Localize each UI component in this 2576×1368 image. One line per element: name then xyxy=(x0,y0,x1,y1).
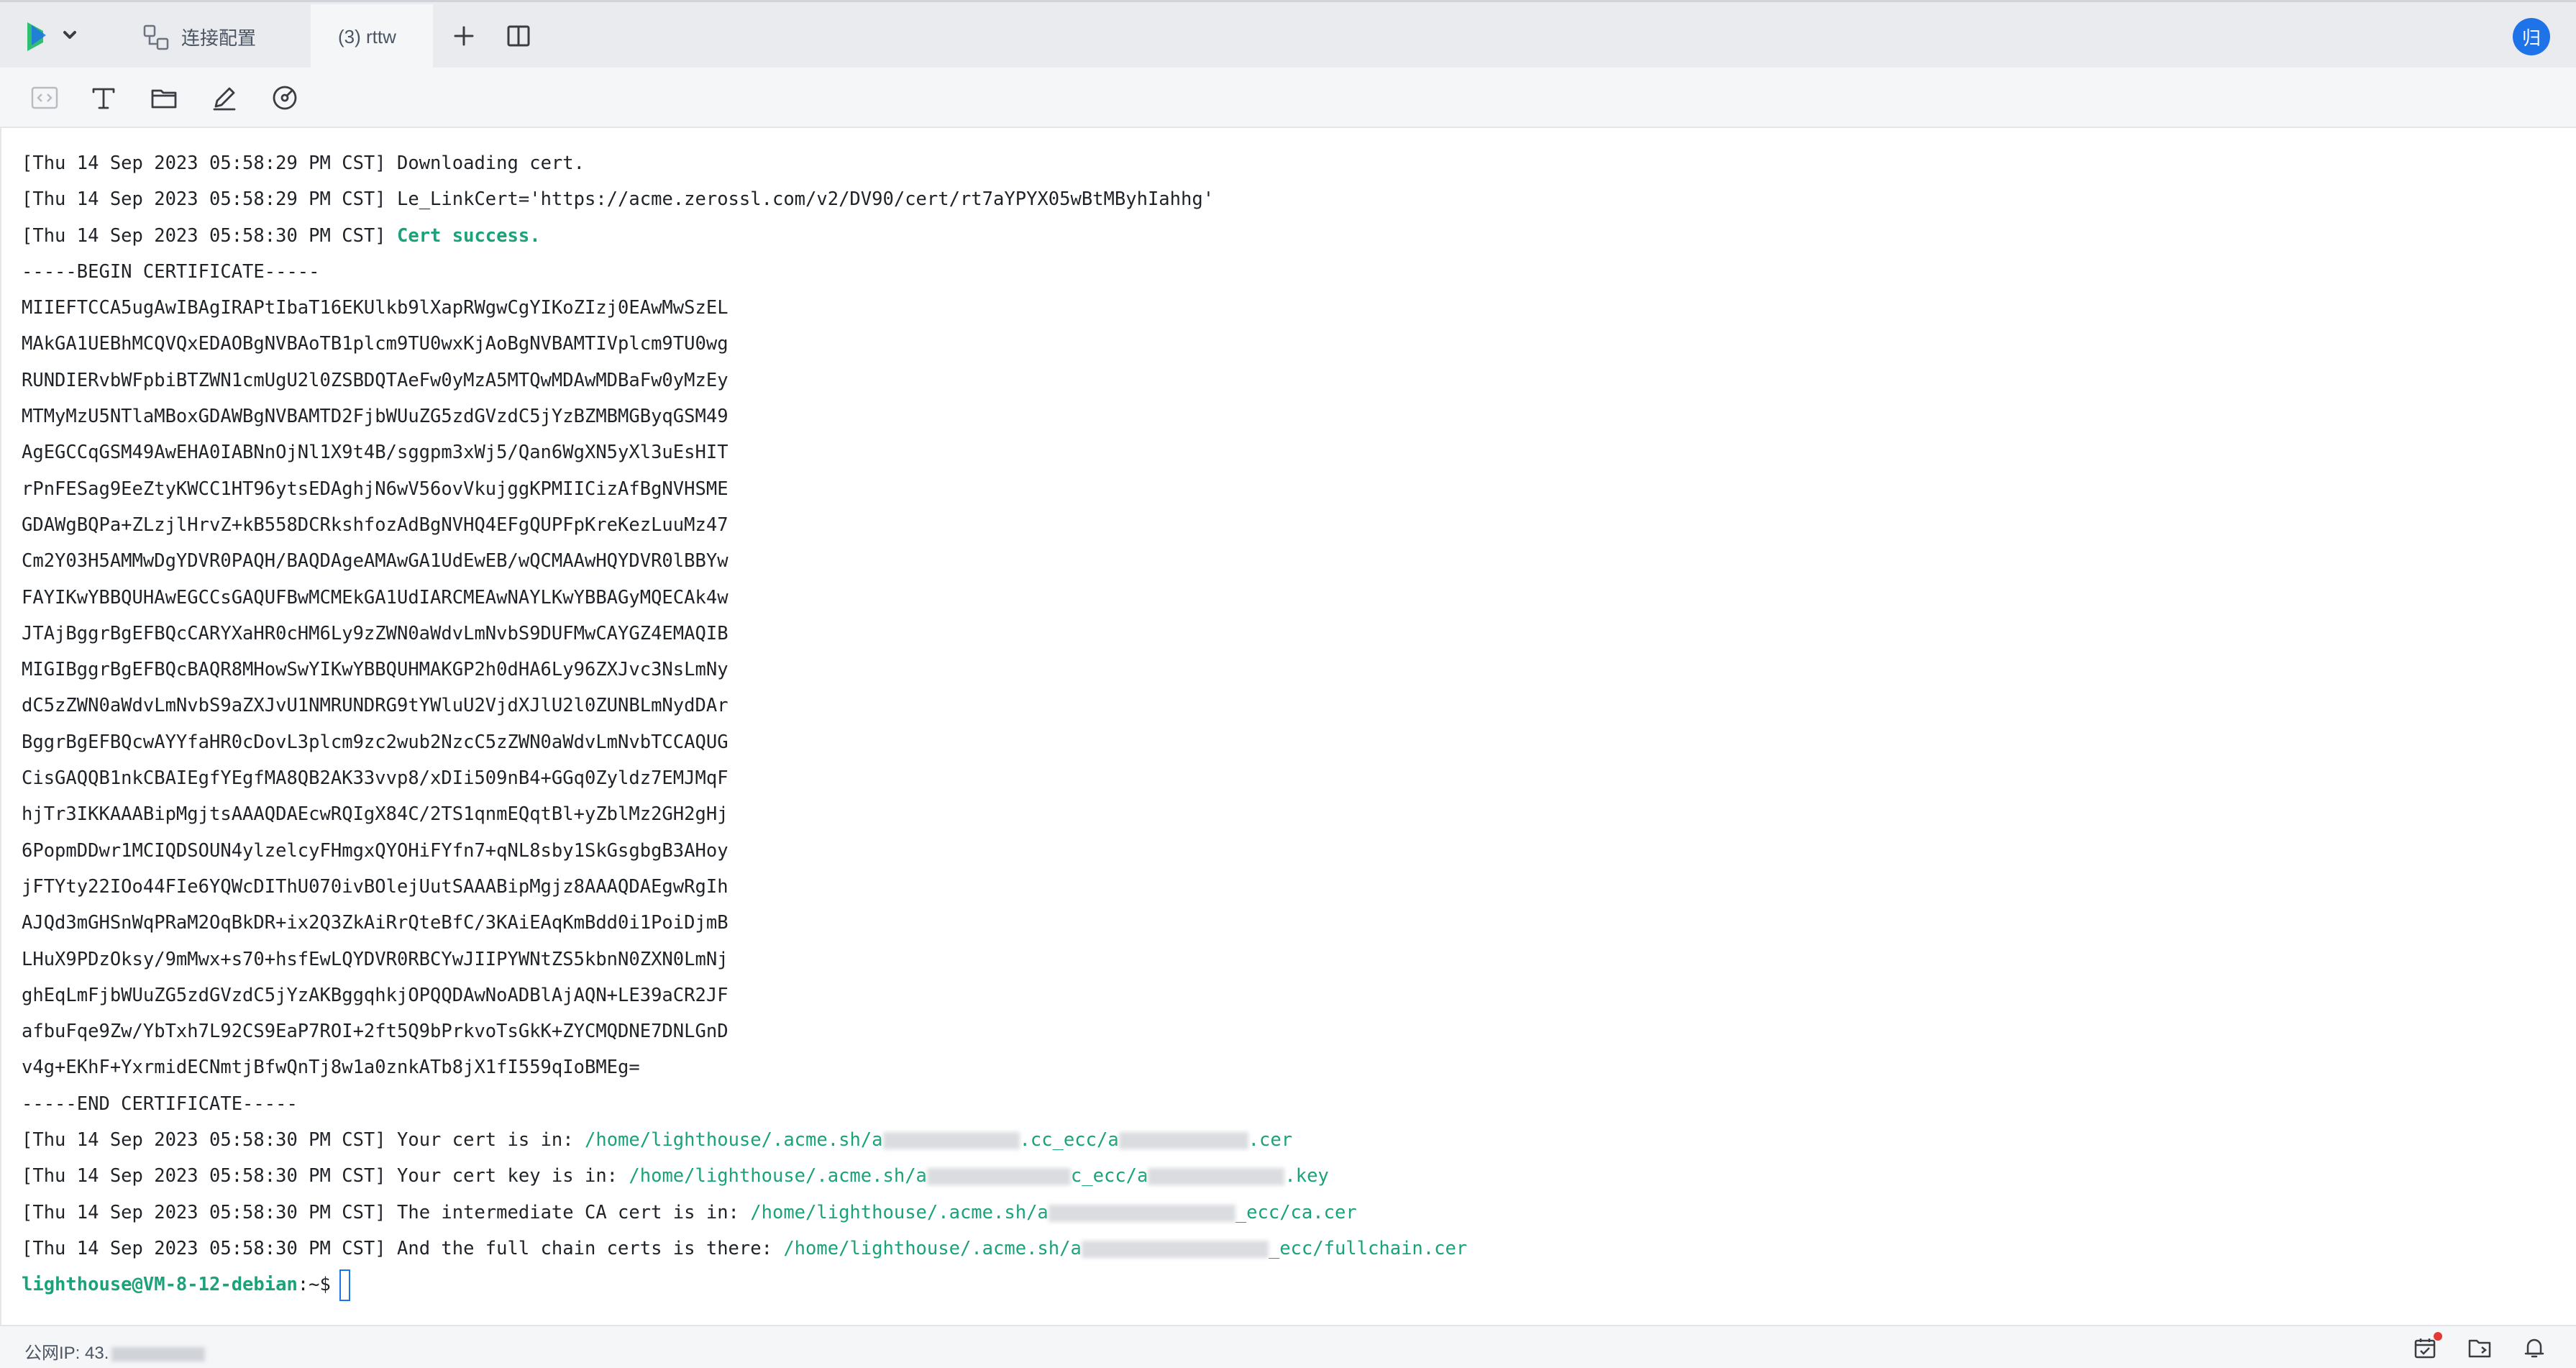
log-timestamp: [Thu 14 Sep 2023 05:58:29 PM CST] xyxy=(22,152,397,174)
path-start: /home/lighthouse/.acme.sh/a xyxy=(750,1201,1049,1223)
path-middle: _ecc/c xyxy=(1235,1201,1302,1223)
log-timestamp: [Thu 14 Sep 2023 05:58:30 PM CST] xyxy=(22,1165,397,1187)
path-end: a.cer xyxy=(1301,1201,1357,1223)
cert-data-line: rPnFESag9EeZtyKWCC1HT96ytsEDAghjN6wV56ov… xyxy=(22,478,729,500)
path-start: /home/lighthouse/.acme.sh/a xyxy=(629,1165,927,1187)
terminal-toolbar xyxy=(0,68,2576,128)
cert-data-line: dC5zZWN0aWdvLmNvbS9aZXJvU1NMRUNDRG9tYWlu… xyxy=(22,695,729,717)
cert-data-line: jFTYty22IOo44FIe6YQWcDIThU070ivBOlejUutS… xyxy=(22,875,729,898)
redacted-text xyxy=(926,1168,1071,1186)
cert-data-line: afbuFqe9Zw/YbTxh7L92CS9EaP7ROI+2ft5Q9bPr… xyxy=(22,1021,729,1043)
folder-icon[interactable] xyxy=(148,82,180,114)
terminal-lines: [Thu 14 Sep 2023 05:58:29 PM CST] Downlo… xyxy=(22,145,1467,1303)
split-view-icon[interactable] xyxy=(505,22,532,50)
log-text: Le_LinkCert='https://acme.zerossl.com/v2… xyxy=(396,188,1215,211)
cert-data-line: MIIEFTCCA5ugAwIBAgIRAPtIbaT16EKUlkb9lXap… xyxy=(22,297,729,319)
cert-data-line: FAYIKwYBBQUHAwEGCCsGAQUFBwMCMEkGA1UdIARC… xyxy=(22,586,729,608)
path-end: .key xyxy=(1284,1165,1329,1187)
tab-bar: 连接配置 (3) rttw 归 xyxy=(0,0,2576,70)
cert-data-line: Cm2Y03H5AMMwDgYDVR0PAQH/BAQDAgeAMAwGA1Ud… xyxy=(22,550,729,573)
path-line: [Thu 14 Sep 2023 05:58:30 PM CST] And th… xyxy=(22,1231,1467,1267)
path-line: [Thu 14 Sep 2023 05:58:30 PM CST] The in… xyxy=(22,1195,1467,1231)
cert-data-line: MIGIBggrBgEFBQcBAQR8MHowSwYIKwYBBQUHMAKG… xyxy=(22,659,729,681)
prompt-suffix: :~$ xyxy=(297,1274,331,1296)
bell-icon[interactable] xyxy=(2521,1335,2547,1361)
log-success-text: Cert success. xyxy=(396,224,541,247)
notification-dot xyxy=(2434,1332,2442,1341)
log-line: [Thu 14 Sep 2023 05:58:29 PM CST] Le_Lin… xyxy=(22,181,1467,217)
text-format-icon[interactable] xyxy=(88,82,119,114)
speedometer-icon[interactable] xyxy=(269,82,301,114)
status-bar: 公网IP: 43. xyxy=(0,1325,2576,1368)
cert-data-line: JTAjBggrBgEFBQcCARYXaHR0cHM6Ly9zZWN0aWdv… xyxy=(22,622,729,644)
chevron-down-icon xyxy=(63,31,76,39)
public-ip: 公网IP: 43. xyxy=(24,1339,206,1364)
redacted-text xyxy=(1148,1168,1285,1186)
log-text: Downloading cert. xyxy=(396,152,585,174)
cert-data-line: LHuX9PDzOksy/9mMwx+s70+hsfEwLQYDVR0RBCYw… xyxy=(22,948,729,970)
log-line: [Thu 14 Sep 2023 05:58:29 PM CST] Downlo… xyxy=(22,145,1467,181)
path-label: And the full chain certs is there: xyxy=(396,1237,784,1259)
folder-sync-icon[interactable] xyxy=(2467,1335,2493,1361)
redacted-text xyxy=(882,1132,1020,1150)
log-timestamp: [Thu 14 Sep 2023 05:58:30 PM CST] xyxy=(22,224,397,247)
user-avatar[interactable]: 归 xyxy=(2513,18,2550,55)
path-start: /home/lighthouse/.acme.sh/a xyxy=(584,1129,883,1152)
path-label: Your cert is in: xyxy=(396,1129,585,1152)
path-middle: .cc_ecc/a xyxy=(1019,1129,1119,1152)
log-timestamp: [Thu 14 Sep 2023 05:58:30 PM CST] xyxy=(22,1237,397,1259)
log-timestamp: [Thu 14 Sep 2023 05:58:30 PM CST] xyxy=(22,1129,397,1152)
public-ip-label: 公网IP: 43. xyxy=(24,1344,109,1363)
cert-data-line: RUNDIERvbWFpbiBTZWN1cmUgU2l0ZSBDQTAeFw0y… xyxy=(22,369,729,391)
connection-config-icon xyxy=(143,24,169,50)
tab-connection-config[interactable]: 连接配置 xyxy=(127,4,311,70)
cert-data-line: AJQd3mGHSnWqPRaM2OqBkDR+ix2Q3ZkAiRrQteBf… xyxy=(22,912,729,934)
cert-data-line: MAkGA1UEBhMCQVQxEDAOBgNVBAoTB1plcm9TU0wx… xyxy=(22,333,729,355)
cert-data-line: hjTr3IKKAAABipMgjtsAAAQDAEcwRQIgX84C/2TS… xyxy=(22,803,729,826)
log-line: [Thu 14 Sep 2023 05:58:30 PM CST] Cert s… xyxy=(22,218,1467,254)
path-line: [Thu 14 Sep 2023 05:58:30 PM CST] Your c… xyxy=(22,1158,1467,1194)
cert-data-line: AgEGCCqGSM49AwEHA0IABNnOjNl1X9t4B/sggpm3… xyxy=(22,442,729,464)
log-timestamp: [Thu 14 Sep 2023 05:58:30 PM CST] xyxy=(22,1201,397,1223)
redacted-text xyxy=(1081,1240,1269,1258)
prompt-user-host: lighthouse@VM-8-12-debian xyxy=(22,1274,298,1296)
path-end: .cer xyxy=(1248,1129,1293,1152)
path-middle: c_ecc/a xyxy=(1070,1165,1148,1187)
cert-data-line: GDAWgBQPa+ZLzjlHrvZ+kB558DCRkshfozAdBgNV… xyxy=(22,514,729,536)
log-timestamp: [Thu 14 Sep 2023 05:58:29 PM CST] xyxy=(22,188,397,211)
cert-begin-line: -----BEGIN CERTIFICATE----- xyxy=(22,260,320,283)
path-middle: _ecc/fullchain.cer xyxy=(1268,1237,1468,1259)
cert-end-line: -----END CERTIFICATE----- xyxy=(22,1093,298,1115)
cert-data-line: MTMyMzU5NTlaMBoxGDAWBgNVBAMTD2FjbWUuZG5z… xyxy=(22,406,729,428)
redacted-ip xyxy=(111,1346,206,1362)
cert-data-line: 6PopmDDwr1MCIQDSOUN4ylzelcyFHmgxQYOHiFYf… xyxy=(22,839,729,862)
plus-icon[interactable] xyxy=(450,22,478,50)
terminal-cursor[interactable] xyxy=(339,1269,350,1302)
tab-session-rttw[interactable]: (3) rttw xyxy=(311,4,433,70)
cert-data-line: v4g+EKhF+YxrmidECNmtjBfwQnTj8w1a0znkATb8… xyxy=(22,1057,640,1079)
path-start: /home/lighthouse/.acme.sh/a xyxy=(783,1237,1082,1259)
code-icon[interactable] xyxy=(29,82,60,114)
terminal-app-window: 连接配置 (3) rttw 归 [Thu 14 Sep 2023 05:58:2… xyxy=(0,0,2576,1368)
redacted-text xyxy=(1118,1132,1248,1150)
shell-prompt-line: lighthouse@VM-8-12-debian:~$ xyxy=(22,1267,1467,1303)
path-line: [Thu 14 Sep 2023 05:58:30 PM CST] Your c… xyxy=(22,1122,1467,1158)
redacted-text xyxy=(1048,1204,1236,1222)
path-label: Your cert key is in: xyxy=(396,1165,629,1187)
cert-data-line: BggrBgEFBQcwAYYfaHR0cDovL3plcm9zc2wub2Nz… xyxy=(22,731,729,753)
path-label: The intermediate CA cert is in: xyxy=(396,1201,751,1223)
tab-connection-config-label: 连接配置 xyxy=(181,27,257,49)
edit-icon[interactable] xyxy=(209,82,240,114)
tab-session-label: (3) rttw xyxy=(338,26,396,47)
app-logo-icon[interactable] xyxy=(22,18,86,54)
terminal-output[interactable]: [Thu 14 Sep 2023 05:58:29 PM CST] Downlo… xyxy=(0,128,2576,1325)
cert-data-line: ghEqLmFjbWUuZG5zdGVzdC5jYzAKBggqhkjOPQQD… xyxy=(22,984,729,1006)
cert-data-line: CisGAQQB1nkCBAIEgfYEgfMA8QB2AK33vvp8/xDI… xyxy=(22,767,729,790)
